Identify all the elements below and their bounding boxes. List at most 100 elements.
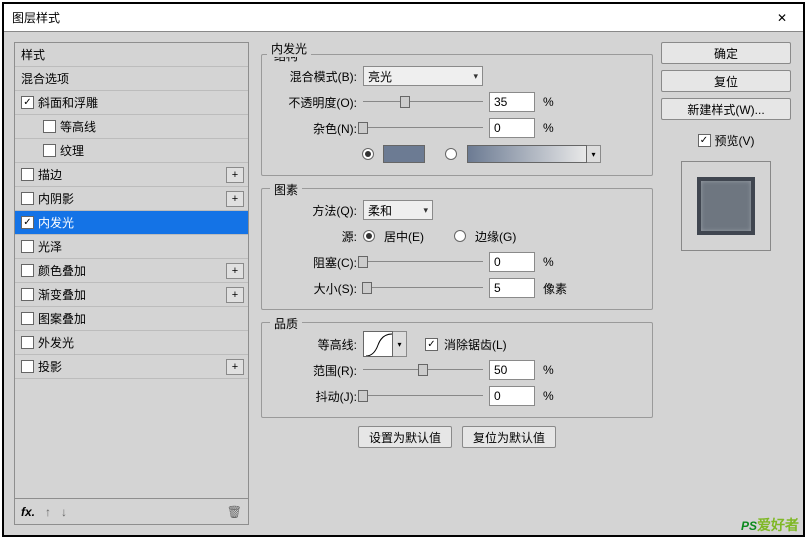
opacity-slider[interactable] [363, 92, 483, 112]
sidebar-item-label: 纹理 [60, 142, 84, 159]
sidebar-checkbox[interactable] [21, 192, 34, 205]
sidebar-checkbox[interactable] [21, 336, 34, 349]
jitter-label: 抖动(J): [272, 388, 357, 405]
technique-label: 方法(Q): [272, 202, 357, 219]
blend-mode-label: 混合模式(B): [272, 68, 357, 85]
titlebar: 图层样式 ✕ [4, 4, 803, 32]
sidebar-checkbox[interactable] [21, 264, 34, 277]
jitter-input[interactable]: 0 [489, 386, 535, 406]
gradient-radio[interactable] [445, 148, 457, 160]
make-default-button[interactable]: 设置为默认值 [358, 426, 452, 448]
sidebar-item-label: 渐变叠加 [38, 286, 86, 303]
source-edge-radio[interactable] [454, 230, 466, 242]
preview-checkbox[interactable] [698, 134, 711, 147]
sidebar-item-label: 描边 [38, 166, 62, 183]
sidebar-item-1[interactable]: 混合选项 [15, 67, 248, 91]
add-effect-button[interactable]: + [226, 167, 244, 183]
choke-unit: % [543, 255, 554, 269]
sidebar-item-10[interactable]: 渐变叠加 + [15, 283, 248, 307]
add-effect-button[interactable]: + [226, 263, 244, 279]
gradient-swatch [467, 145, 587, 163]
choke-slider[interactable] [363, 252, 483, 272]
range-slider[interactable] [363, 360, 483, 380]
blend-mode-value: 亮光 [368, 68, 392, 85]
preview-label: 预览(V) [715, 132, 755, 149]
size-slider[interactable] [363, 278, 483, 298]
source-label: 源: [272, 228, 357, 245]
gradient-picker[interactable]: ▾ [466, 144, 602, 164]
sidebar-item-7[interactable]: 内发光 [15, 211, 248, 235]
sidebar-item-label: 投影 [38, 358, 62, 375]
sidebar-checkbox[interactable] [43, 120, 56, 133]
sidebar-item-5[interactable]: 描边 + [15, 163, 248, 187]
preview-thumbnail [697, 177, 755, 235]
quality-group: 品质 等高线: ▾ 消除锯齿(L) [261, 322, 653, 418]
blend-mode-select[interactable]: 亮光 ▾ [363, 66, 483, 86]
source-center-radio[interactable] [363, 230, 375, 242]
move-up-icon[interactable]: ↑ [45, 505, 51, 519]
noise-unit: % [543, 121, 554, 135]
noise-slider[interactable] [363, 118, 483, 138]
sidebar-item-13[interactable]: 投影 + [15, 355, 248, 379]
close-icon: ✕ [777, 11, 787, 25]
sidebar-item-6[interactable]: 内阴影+ [15, 187, 248, 211]
contour-label: 等高线: [272, 336, 357, 353]
contour-picker[interactable]: ▾ [363, 331, 407, 357]
noise-input[interactable]: 0 [489, 118, 535, 138]
range-unit: % [543, 363, 554, 377]
source-edge-label: 边缘(G) [475, 228, 516, 245]
chevron-down-icon: ▾ [423, 205, 428, 216]
sidebar-checkbox[interactable] [21, 168, 34, 181]
ok-button[interactable]: 确定 [661, 42, 791, 64]
choke-input[interactable]: 0 [489, 252, 535, 272]
range-label: 范围(R): [272, 362, 357, 379]
sidebar-item-4[interactable]: 纹理 [15, 139, 248, 163]
sidebar-item-9[interactable]: 颜色叠加 + [15, 259, 248, 283]
sidebar-checkbox[interactable] [43, 144, 56, 157]
add-effect-button[interactable]: + [226, 191, 244, 207]
move-down-icon[interactable]: ↓ [61, 505, 67, 519]
sidebar-item-label: 混合选项 [21, 70, 69, 87]
chevron-down-icon: ▾ [473, 71, 478, 82]
window-title: 图层样式 [12, 9, 60, 26]
structure-group: 结构 混合模式(B): 亮光▾ 不透明度(O): 35 % 杂色 [261, 54, 653, 176]
close-button[interactable]: ✕ [761, 4, 803, 32]
sidebar-item-label: 外发光 [38, 334, 74, 351]
sidebar-checkbox[interactable] [21, 216, 34, 229]
sidebar-item-11[interactable]: 图案叠加 [15, 307, 248, 331]
chevron-down-icon: ▾ [393, 331, 407, 357]
antialias-checkbox[interactable] [425, 338, 438, 351]
cancel-button[interactable]: 复位 [661, 70, 791, 92]
color-swatch[interactable] [383, 145, 425, 163]
sidebar-item-12[interactable]: 外发光 [15, 331, 248, 355]
new-style-button[interactable]: 新建样式(W)... [661, 98, 791, 120]
size-input[interactable]: 5 [489, 278, 535, 298]
sidebar-item-3[interactable]: 等高线 [15, 115, 248, 139]
fx-menu-icon[interactable]: fx. [21, 505, 35, 519]
styles-sidebar: 样式混合选项斜面和浮雕等高线纹理描边+内阴影+内发光光泽颜色叠加+渐变叠加+图案… [14, 42, 249, 525]
add-effect-button[interactable]: + [226, 287, 244, 303]
sidebar-item-8[interactable]: 光泽 [15, 235, 248, 259]
add-effect-button[interactable]: + [226, 359, 244, 375]
opacity-input[interactable]: 35 [489, 92, 535, 112]
sidebar-item-label: 斜面和浮雕 [38, 94, 98, 111]
technique-select[interactable]: 柔和▾ [363, 200, 433, 220]
sidebar-checkbox[interactable] [21, 240, 34, 253]
sidebar-checkbox[interactable] [21, 288, 34, 301]
sidebar-item-2[interactable]: 斜面和浮雕 [15, 91, 248, 115]
sidebar-item-label: 颜色叠加 [38, 262, 86, 279]
sidebar-checkbox[interactable] [21, 312, 34, 325]
panel-title: 内发光 [267, 40, 311, 57]
trash-icon[interactable]: 🗑 [227, 505, 242, 519]
elements-group: 图素 方法(Q): 柔和▾ 源: 居中(E) 边缘(G) [261, 188, 653, 310]
sidebar-item-0[interactable]: 样式 [15, 43, 248, 67]
right-column: 确定 复位 新建样式(W)... 预览(V) [661, 42, 791, 525]
range-input[interactable]: 50 [489, 360, 535, 380]
elements-title: 图素 [270, 181, 302, 198]
jitter-slider[interactable] [363, 386, 483, 406]
color-radio[interactable] [362, 148, 374, 160]
sidebar-checkbox[interactable] [21, 96, 34, 109]
sidebar-checkbox[interactable] [21, 360, 34, 373]
noise-label: 杂色(N): [272, 120, 357, 137]
reset-default-button[interactable]: 复位为默认值 [462, 426, 556, 448]
